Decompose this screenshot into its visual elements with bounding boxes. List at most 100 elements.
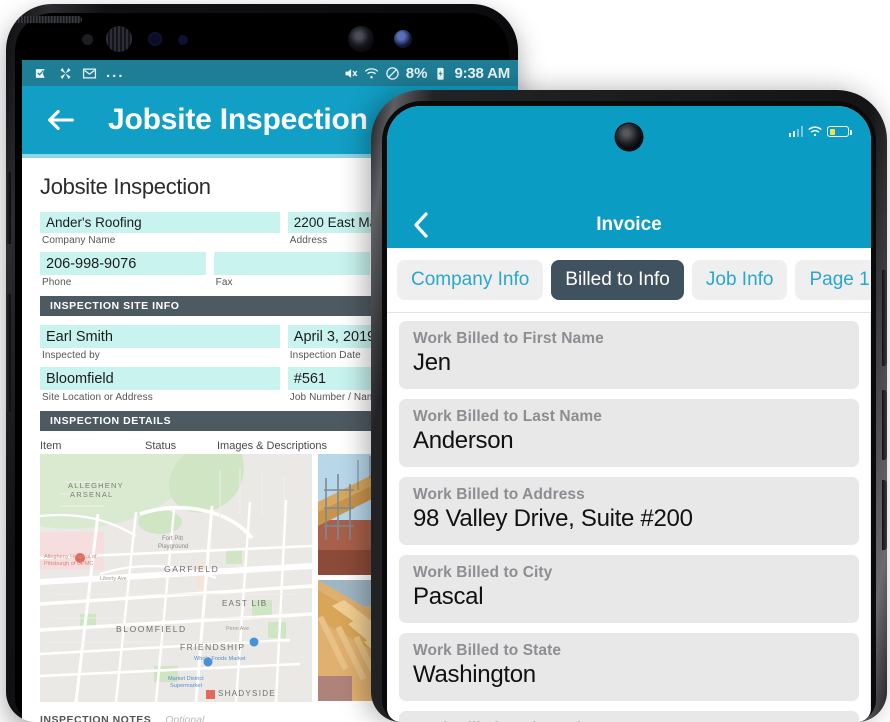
do-not-disturb-icon	[386, 66, 399, 80]
invoice-tab-bar: Company Info Billed to Info Job Info Pag…	[387, 248, 871, 312]
site-location-field[interactable]: Bloomfield Site Location or Address	[40, 367, 280, 403]
svg-text:Market District: Market District	[168, 676, 204, 682]
ios-status-area	[387, 106, 871, 202]
battery-charging-icon	[437, 67, 445, 80]
svg-text:BLOOMFIELD: BLOOMFIELD	[116, 624, 187, 634]
company-name-value: Ander's Roofing	[40, 212, 280, 233]
tab-job-info[interactable]: Job Info	[691, 260, 788, 300]
field-label: Work Billed to First Name	[413, 330, 604, 347]
svg-text:EAST LIB: EAST LIB	[222, 599, 267, 608]
android-system-icons: 8% 9:38 AM	[343, 65, 510, 82]
pinwheel-app-icon	[60, 67, 71, 79]
inspected-by-value: Earl Smith	[40, 325, 280, 348]
ios-screen: Invoice Company Info Billed to Info Job …	[387, 106, 871, 722]
android-status-bar: ... 8% 9:38 AM	[22, 60, 518, 86]
ios-phone-device: Invoice Company Info Billed to Info Job …	[371, 90, 887, 722]
field-billed-zip-code[interactable]: Work Billed to Zip Code 90035	[399, 711, 859, 722]
svg-text:Whole Foods Market: Whole Foods Market	[194, 656, 246, 662]
cellular-signal-icon	[788, 126, 803, 137]
proximity-sensor-icon	[82, 34, 93, 45]
secondary-camera-icon	[394, 30, 412, 48]
gmail-icon	[82, 68, 97, 78]
tab-company-info[interactable]: Company Info	[397, 260, 544, 300]
field-value: 98 Valley Drive, Suite #200	[413, 505, 693, 532]
field-billed-address[interactable]: Work Billed to Address 98 Valley Drive, …	[399, 477, 859, 545]
wifi-icon	[808, 126, 822, 137]
screenshot-stage: ... 8% 9:38 AM Jobsite Inspection Jobsit…	[0, 0, 890, 722]
site-location-caption: Site Location or Address	[42, 392, 153, 403]
field-billed-city[interactable]: Work Billed to City Pascal	[399, 555, 859, 623]
column-header-images: Images & Descriptions	[217, 440, 328, 452]
field-label: Work Billed to Address	[413, 486, 585, 503]
mute-icon	[345, 68, 358, 78]
android-volume-button[interactable]	[6, 172, 11, 244]
ios-volume-down-button[interactable]	[882, 480, 887, 550]
field-label: Work Billed to Last Name	[413, 408, 603, 425]
inspected-by-field[interactable]: Earl Smith Inspected by	[40, 325, 280, 361]
invoice-page-title: Invoice	[596, 214, 662, 235]
svg-text:Playground: Playground	[158, 544, 188, 550]
field-label: Work Billed to State	[413, 642, 562, 659]
page-title: Jobsite Inspection	[108, 103, 368, 136]
field-label: Work Billed to City	[413, 564, 553, 581]
svg-text:FRIENDSHIP: FRIENDSHIP	[180, 642, 245, 652]
field-value: Washington	[413, 661, 536, 688]
inspected-by-caption: Inspected by	[42, 350, 100, 361]
svg-text:ARSENAL: ARSENAL	[70, 490, 113, 499]
site-map-image[interactable]: ALLEGHENY ARSENAL Fort Pitt Playground G…	[40, 454, 312, 702]
svg-text:Supermarket: Supermarket	[170, 683, 202, 689]
tab-page-1[interactable]: Page 1	[795, 260, 871, 300]
earpiece-grille-icon	[6, 16, 82, 23]
svg-text:SHADYSIDE: SHADYSIDE	[218, 689, 276, 698]
map-graphic: ALLEGHENY ARSENAL Fort Pitt Playground G…	[40, 454, 312, 702]
fax-field[interactable]: Fax	[213, 252, 371, 288]
android-notification-icons: ...	[34, 64, 125, 81]
ios-volume-up-button[interactable]	[882, 390, 887, 460]
billed-to-form: Work Billed to First Name Jen Work Bille…	[387, 313, 871, 722]
company-name-field[interactable]: Ander's Roofing Company Name	[40, 212, 280, 246]
field-value: Jen	[413, 349, 451, 376]
arrow-back-icon[interactable]	[44, 103, 78, 137]
fax-value	[213, 252, 371, 275]
fax-caption: Fax	[215, 277, 233, 288]
ios-power-button[interactable]	[882, 270, 887, 366]
site-location-value: Bloomfield	[40, 367, 280, 390]
notes-header-label: INSPECTION NOTES	[40, 714, 152, 722]
more-notifications-icon: ...	[106, 64, 125, 81]
front-camera-icon	[616, 124, 642, 150]
android-power-button[interactable]	[6, 294, 11, 412]
earpiece-sensor-icon	[106, 26, 132, 52]
battery-percent-label: 8%	[405, 64, 428, 82]
svg-text:GARFIELD: GARFIELD	[164, 564, 219, 574]
android-sensor-bar	[6, 16, 518, 60]
battery-icon	[827, 126, 852, 137]
svg-text:Allegheny Hospital of: Allegheny Hospital of	[44, 554, 97, 560]
column-header-status: Status	[145, 440, 177, 452]
phone-field[interactable]: 206-998-9076 Phone	[40, 252, 206, 288]
wifi-icon	[364, 67, 378, 78]
iris-sensor-icon	[148, 32, 162, 46]
check-app-icon	[35, 68, 45, 78]
front-camera-icon	[348, 26, 374, 52]
field-billed-state[interactable]: Work Billed to State Washington	[399, 633, 859, 701]
ios-status-icons	[788, 126, 852, 137]
phone-value: 206-998-9076	[40, 252, 206, 275]
field-value: Anderson	[413, 427, 514, 454]
chevron-left-icon[interactable]	[413, 212, 429, 238]
svg-text:Pittsburgh of UPMC: Pittsburgh of UPMC	[44, 561, 93, 567]
svg-text:Penn Ave: Penn Ave	[226, 626, 249, 632]
company-name-caption: Company Name	[42, 235, 116, 246]
column-header-item: Item	[40, 440, 62, 452]
ios-nav-bar: Invoice	[387, 202, 871, 248]
svg-text:Liberty Ave: Liberty Ave	[100, 576, 127, 582]
status-bar-clock: 9:38 AM	[454, 64, 510, 82]
notes-optional-label: Optional	[165, 714, 205, 722]
light-sensor-icon	[178, 35, 188, 45]
field-billed-last-name[interactable]: Work Billed to Last Name Anderson	[399, 399, 859, 467]
field-billed-first-name[interactable]: Work Billed to First Name Jen	[399, 321, 859, 389]
field-value: Pascal	[413, 583, 484, 610]
form-right-divider	[870, 313, 871, 722]
svg-text:Fort Pitt: Fort Pitt	[162, 536, 183, 542]
svg-text:ALLEGHENY: ALLEGHENY	[68, 481, 124, 490]
tab-billed-to-info[interactable]: Billed to Info	[551, 260, 684, 300]
